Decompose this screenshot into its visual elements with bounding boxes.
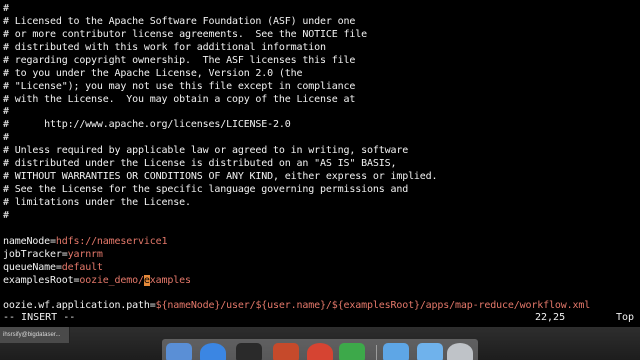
- property-value: hdfs://nameservice1: [55, 235, 168, 247]
- comment-text: # http://www.apache.org/licenses/LICENSE…: [3, 119, 291, 131]
- editor-line[interactable]: # distributed under the License is distr…: [3, 157, 396, 170]
- recording-icon[interactable]: [307, 343, 333, 360]
- comment-text: # to you under the Apache License, Versi…: [3, 67, 303, 79]
- editor-line[interactable]: # Unless required by applicable law or a…: [3, 144, 408, 157]
- editor-line[interactable]: jobTracker=yarnrm: [3, 248, 103, 261]
- powerpoint-icon[interactable]: [273, 343, 299, 360]
- safari-icon[interactable]: [200, 343, 226, 360]
- trash-icon[interactable]: [447, 343, 473, 360]
- comment-text: # limitations under the License.: [3, 196, 191, 208]
- editor-line[interactable]: examplesRoot=oozie_demo/examples: [3, 274, 191, 287]
- screen: # # Licensed to the Apache Software Found…: [0, 0, 640, 360]
- editor-line[interactable]: # to you under the Apache License, Versi…: [3, 67, 303, 80]
- launchpad-icon[interactable]: [166, 343, 192, 360]
- comment-text: # regarding copyright ownership. The ASF…: [3, 54, 356, 66]
- editor-line[interactable]: # regarding copyright ownership. The ASF…: [3, 54, 355, 67]
- comment-text: # Unless required by applicable law or a…: [3, 145, 409, 157]
- editor-line[interactable]: #: [3, 105, 9, 118]
- taskbar: ihsrsify@bigdataser...: [0, 327, 640, 360]
- comment-text: # See the License for the specific langu…: [3, 184, 409, 196]
- property-key: oozie.wf.application.path=: [3, 300, 156, 312]
- editor-line[interactable]: # distributed with this work for additio…: [3, 41, 326, 54]
- terminal-window-tab[interactable]: ihsrsify@bigdataser...: [0, 327, 70, 343]
- property-value: oozie_demo/: [79, 274, 144, 286]
- property-key: examplesRoot=: [3, 274, 80, 286]
- property-value: yarnrm: [67, 248, 103, 260]
- camtasia-icon[interactable]: [339, 343, 365, 360]
- comment-text: #: [3, 106, 9, 118]
- editor-line[interactable]: #: [3, 131, 9, 144]
- comment-text: #: [3, 132, 9, 144]
- finder-folder-icon[interactable]: [383, 343, 409, 360]
- editor-line[interactable]: #: [3, 2, 9, 15]
- mode-indicator: -- INSERT --: [3, 312, 76, 323]
- editor-line[interactable]: # See the License for the specific langu…: [3, 183, 408, 196]
- property-key: jobTracker=: [3, 248, 68, 260]
- editor-line[interactable]: # "License"); you may not use this file …: [3, 80, 355, 93]
- property-key: nameNode=: [3, 235, 56, 247]
- editor-line[interactable]: queueName=default: [3, 261, 103, 274]
- property-value: default: [61, 261, 103, 273]
- comment-text: # distributed under the License is distr…: [3, 158, 397, 170]
- comment-text: #: [3, 209, 9, 221]
- property-value-rest: xamples: [149, 274, 191, 286]
- comment-text: # Licensed to the Apache Software Founda…: [3, 15, 356, 27]
- comment-text: #: [3, 3, 9, 14]
- editor-line[interactable]: # with the License. You may obtain a cop…: [3, 93, 355, 106]
- dock-separator: [376, 345, 377, 360]
- property-key: queueName=: [3, 261, 62, 273]
- property-value: ${nameNode}/user/${user.name}/${examples…: [155, 300, 591, 312]
- scroll-indicator: Top: [616, 312, 635, 323]
- terminal-window[interactable]: # # Licensed to the Apache Software Found…: [0, 0, 640, 327]
- editor-line[interactable]: # Licensed to the Apache Software Founda…: [3, 15, 355, 28]
- editor-line[interactable]: # WITHOUT WARRANTIES OR CONDITIONS OF AN…: [3, 170, 438, 183]
- downloads-folder-icon[interactable]: [417, 343, 443, 360]
- cursor-position: 22,25: [535, 312, 566, 323]
- editor-line[interactable]: # http://www.apache.org/licenses/LICENSE…: [3, 118, 291, 131]
- vim-status-line: -- INSERT -- 22,25 Top: [3, 311, 637, 324]
- editor-line[interactable]: nameNode=hdfs://nameservice1: [3, 235, 168, 248]
- comment-text: # or more contributor license agreements…: [3, 28, 367, 40]
- comment-text: # with the License. You may obtain a cop…: [3, 93, 356, 105]
- comment-text: # distributed with this work for additio…: [3, 41, 326, 53]
- editor-line[interactable]: # or more contributor license agreements…: [3, 28, 367, 41]
- editor-line[interactable]: # limitations under the License.: [3, 196, 191, 209]
- terminal-icon[interactable]: [236, 343, 262, 360]
- comment-text: # "License"); you may not use this file …: [3, 80, 356, 92]
- editor-line[interactable]: #: [3, 209, 9, 222]
- comment-text: # WITHOUT WARRANTIES OR CONDITIONS OF AN…: [3, 171, 438, 183]
